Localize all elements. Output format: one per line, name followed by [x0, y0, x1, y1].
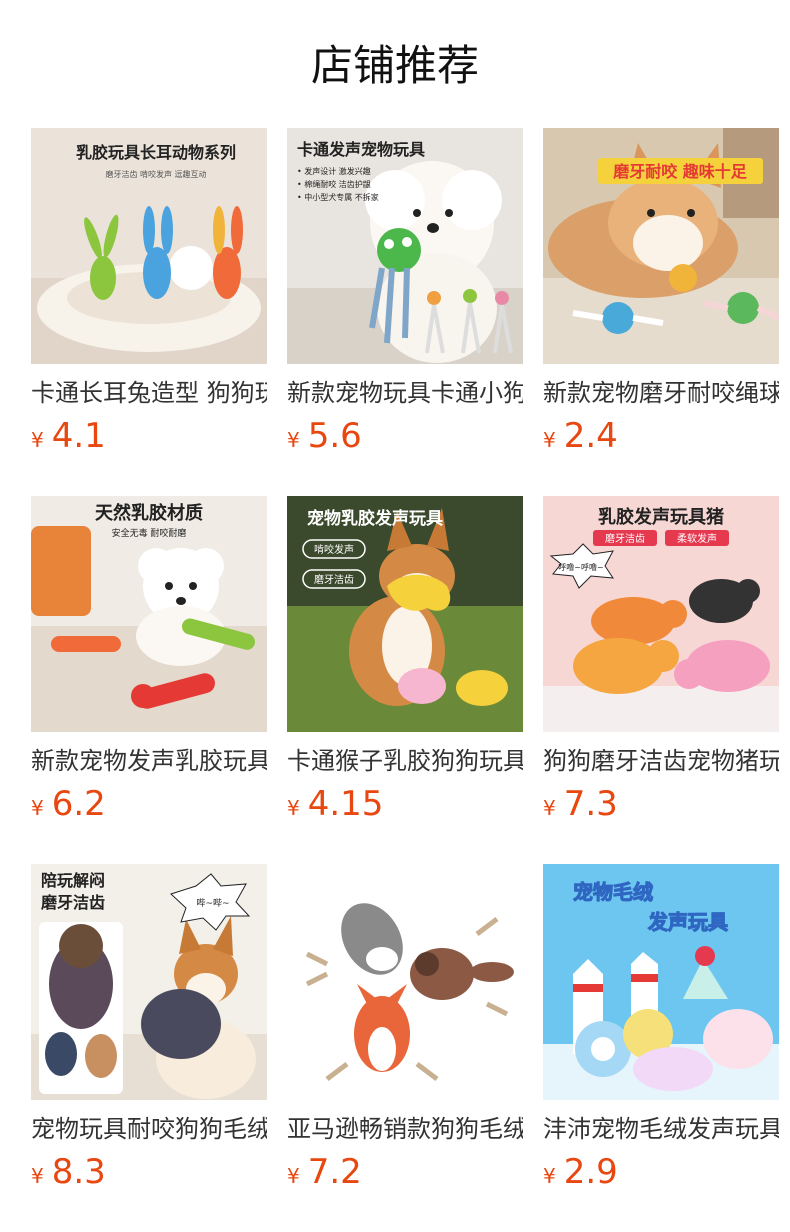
product-name[interactable]: 新款宠物玩具卡通小狗 [287, 376, 523, 410]
image-sub-text: • 发声设计 激发兴趣 [297, 166, 371, 176]
product-image[interactable]: 哔~哔~ 陪玩解闷 磨牙洁齿 [31, 864, 267, 1100]
product-card[interactable]: 亚马逊畅销款狗狗毛绒玩具 ¥7.2 [287, 864, 523, 1194]
currency-symbol: ¥ [31, 796, 44, 820]
product-name[interactable]: 新款宠物磨牙耐咬绳球 [543, 376, 779, 410]
product-price: ¥7.3 [543, 782, 779, 826]
product-name[interactable]: 亚马逊畅销款狗狗毛绒玩具 [287, 1112, 523, 1146]
image-banner-text: 宠物毛绒 [573, 880, 653, 904]
currency-symbol: ¥ [31, 428, 44, 452]
image-banner-text: 乳胶玩具长耳动物系列 [76, 143, 236, 162]
image-tag: 磨牙洁齿 [314, 573, 354, 586]
image-banner-text: 天然乳胶材质 [95, 502, 203, 524]
price-value: 2.9 [563, 1152, 618, 1192]
product-price: ¥2.4 [543, 414, 779, 458]
image-bubble-text: 哔~哔~ [196, 898, 229, 909]
product-name[interactable]: 沣沛宠物毛绒发声玩具 [543, 1112, 779, 1146]
product-image[interactable] [287, 864, 523, 1100]
product-card[interactable]: 宠物毛绒 发声玩具 沣沛宠物毛绒发声玩具 ¥2.9 [543, 864, 779, 1194]
product-name[interactable]: 卡通猴子乳胶狗狗玩具 [287, 744, 523, 778]
image-banner-text: 陪玩解闷 [41, 871, 105, 890]
product-name[interactable]: 宠物玩具耐咬狗狗毛绒 [31, 1112, 267, 1146]
image-tag: 柔软发声 [677, 532, 717, 545]
price-value: 6.2 [51, 784, 106, 824]
product-card[interactable]: 卡通发声宠物玩具 • 发声设计 激发兴趣 • 棉绳耐咬 洁齿护龈 • 中小型犬专… [287, 128, 523, 458]
image-banner-text: 磨牙洁齿 [41, 893, 105, 912]
image-sub-text: 磨牙洁齿 啃咬发声 逗趣互动 [105, 169, 206, 179]
price-value: 4.1 [51, 416, 106, 456]
image-sub-text: • 中小型犬专属 不拆家 [297, 192, 379, 202]
image-tag: 啃咬发声 [314, 543, 354, 556]
product-price: ¥7.2 [287, 1150, 523, 1194]
price-value: 5.6 [307, 416, 362, 456]
image-banner-text: 宠物乳胶发声玩具 [307, 508, 443, 529]
image-tag: 磨牙洁齿 [605, 532, 645, 545]
product-image[interactable]: 卡通发声宠物玩具 • 发声设计 激发兴趣 • 棉绳耐咬 洁齿护龈 • 中小型犬专… [287, 128, 523, 364]
product-price: ¥5.6 [287, 414, 523, 458]
product-name[interactable]: 狗狗磨牙洁齿宠物猪玩具 [543, 744, 779, 778]
image-banner-text: 乳胶发声玩具猪 [598, 506, 724, 528]
product-image[interactable]: 磨牙耐咬 趣味十足 [543, 128, 779, 364]
price-value: 7.2 [307, 1152, 362, 1192]
currency-symbol: ¥ [543, 796, 556, 820]
product-name[interactable]: 卡通长耳兔造型 狗狗玩具 [31, 376, 267, 410]
currency-symbol: ¥ [31, 1164, 44, 1188]
product-image[interactable]: 宠物毛绒 发声玩具 [543, 864, 779, 1100]
price-value: 2.4 [563, 416, 618, 456]
product-name[interactable]: 新款宠物发声乳胶玩具 [31, 744, 267, 778]
image-sub-text: 安全无毒 耐咬耐磨 [112, 527, 187, 539]
product-card[interactable]: 哔~哔~ 陪玩解闷 磨牙洁齿 宠物玩具耐咬狗狗毛绒 ¥8.3 [31, 864, 267, 1194]
price-value: 7.3 [563, 784, 618, 824]
page-title: 店铺推荐 [310, 41, 479, 90]
image-sub-text: • 棉绳耐咬 洁齿护龈 [297, 179, 371, 189]
product-card[interactable]: 乳胶玩具长耳动物系列 磨牙洁齿 啃咬发声 逗趣互动 卡通长耳兔造型 狗狗玩具 ¥… [31, 128, 267, 458]
price-value: 4.15 [307, 784, 384, 824]
product-card[interactable]: 宠物乳胶发声玩具 啃咬发声 磨牙洁齿 卡通猴子乳胶狗狗玩具 ¥4.15 [287, 496, 523, 826]
product-image[interactable]: 天然乳胶材质 安全无毒 耐咬耐磨 [31, 496, 267, 732]
currency-symbol: ¥ [543, 428, 556, 452]
currency-symbol: ¥ [543, 1164, 556, 1188]
image-banner-text: 磨牙耐咬 趣味十足 [613, 162, 748, 181]
product-card[interactable]: 天然乳胶材质 安全无毒 耐咬耐磨 新款宠物发声乳胶玩具 ¥6.2 [31, 496, 267, 826]
product-card[interactable]: 磨牙耐咬 趣味十足 新款宠物磨牙耐咬绳球 ¥2.4 [543, 128, 779, 458]
image-banner-text: 发声玩具 [647, 910, 728, 934]
product-image[interactable]: 乳胶玩具长耳动物系列 磨牙洁齿 啃咬发声 逗趣互动 [31, 128, 267, 364]
product-price: ¥2.9 [543, 1150, 779, 1194]
product-price: ¥8.3 [31, 1150, 267, 1194]
product-price: ¥6.2 [31, 782, 267, 826]
image-bubble-text: 呼噜~呼噜~ [558, 562, 603, 572]
product-image[interactable]: 宠物乳胶发声玩具 啃咬发声 磨牙洁齿 [287, 496, 523, 732]
currency-symbol: ¥ [287, 428, 300, 452]
product-image[interactable]: 呼噜~呼噜~ 乳胶发声玩具猪 磨牙洁齿 柔软发声 [543, 496, 779, 732]
price-value: 8.3 [51, 1152, 106, 1192]
product-price: ¥4.15 [287, 782, 523, 826]
image-banner-text: 卡通发声宠物玩具 [297, 140, 425, 159]
product-price: ¥4.1 [31, 414, 267, 458]
currency-symbol: ¥ [287, 1164, 300, 1188]
currency-symbol: ¥ [287, 796, 300, 820]
product-card[interactable]: 呼噜~呼噜~ 乳胶发声玩具猪 磨牙洁齿 柔软发声 狗狗磨牙洁齿宠物猪玩具 ¥7.… [543, 496, 779, 826]
